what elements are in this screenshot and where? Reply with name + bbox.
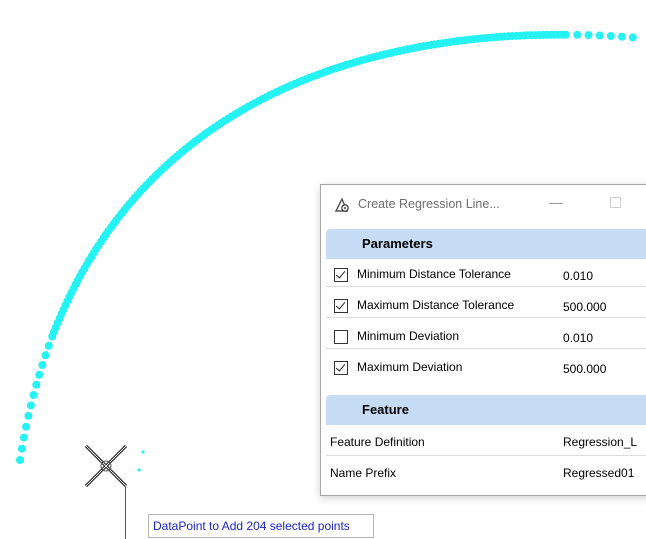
selected-point <box>19 433 28 442</box>
divider <box>326 317 646 318</box>
selected-point <box>573 30 582 39</box>
selected-point <box>35 370 44 379</box>
feature-section-label: Feature <box>362 402 409 417</box>
selected-point <box>606 32 615 40</box>
crosshair-cursor-icon <box>84 444 128 488</box>
max-deviation-label: Maximum Deviation <box>357 360 463 374</box>
selected-point <box>561 30 570 39</box>
feature-row-name-prefix: Name Prefix Regressed01 <box>326 461 646 485</box>
name-prefix-input[interactable]: Regressed01 <box>563 466 634 480</box>
name-prefix-label: Name Prefix <box>330 466 397 480</box>
param-row-min-distance: Minimum Distance Tolerance 0.010 <box>326 262 646 286</box>
dialog-titlebar[interactable]: Create Regression Line... — <box>321 185 646 223</box>
param-row-max-deviation: Maximum Deviation 500.000 <box>326 355 646 379</box>
min-distance-label: Minimum Distance Tolerance <box>357 267 511 281</box>
selected-point <box>41 351 50 360</box>
selected-point <box>584 31 593 40</box>
min-deviation-checkbox[interactable] <box>334 330 348 344</box>
min-distance-checkbox[interactable] <box>334 268 348 282</box>
cursor-prompt-text: DataPoint to Add 204 selected points <box>153 519 350 533</box>
selected-point <box>22 422 31 431</box>
selected-point <box>16 456 24 464</box>
feature-definition-dropdown[interactable]: Regression_L <box>563 435 637 449</box>
selected-point <box>38 361 47 369</box>
parameters-section-header[interactable]: Parameters <box>326 229 646 259</box>
selected-point <box>24 411 33 420</box>
feature-section-header[interactable]: Feature <box>326 395 646 425</box>
minimize-button[interactable]: — <box>549 194 563 210</box>
param-row-max-distance: Maximum Distance Tolerance 500.000 <box>326 293 646 317</box>
regression-tool-icon <box>334 197 349 212</box>
tooltip-leader-line <box>125 487 126 539</box>
feature-row-definition: Feature Definition Regression_L <box>326 430 646 454</box>
max-deviation-value[interactable]: 500.000 <box>563 362 606 376</box>
selected-point <box>44 341 53 350</box>
min-deviation-value[interactable]: 0.010 <box>563 331 593 345</box>
selected-point <box>29 391 38 399</box>
param-row-min-deviation: Minimum Deviation 0.010 <box>326 324 646 348</box>
selected-point <box>17 444 26 453</box>
max-distance-value[interactable]: 500.000 <box>563 300 606 314</box>
create-regression-line-dialog[interactable]: Create Regression Line... — Parameters M… <box>320 184 646 496</box>
maximize-button[interactable] <box>610 197 621 208</box>
selected-point <box>595 31 604 40</box>
min-distance-value[interactable]: 0.010 <box>563 269 593 283</box>
selected-point <box>628 33 637 42</box>
dialog-title: Create Regression Line... <box>358 197 500 211</box>
max-deviation-checkbox[interactable] <box>334 361 348 375</box>
selected-point <box>32 380 41 389</box>
cursor-prompt-tooltip: DataPoint to Add 204 selected points <box>148 514 374 538</box>
divider <box>326 348 646 349</box>
selected-point <box>617 32 626 41</box>
max-distance-checkbox[interactable] <box>334 299 348 313</box>
min-deviation-label: Minimum Deviation <box>357 329 460 343</box>
max-distance-label: Maximum Distance Tolerance <box>357 298 515 312</box>
divider <box>326 455 646 456</box>
feature-definition-label: Feature Definition <box>330 435 425 449</box>
parameters-section-label: Parameters <box>362 236 433 251</box>
divider <box>326 286 646 287</box>
selected-point <box>26 401 35 410</box>
